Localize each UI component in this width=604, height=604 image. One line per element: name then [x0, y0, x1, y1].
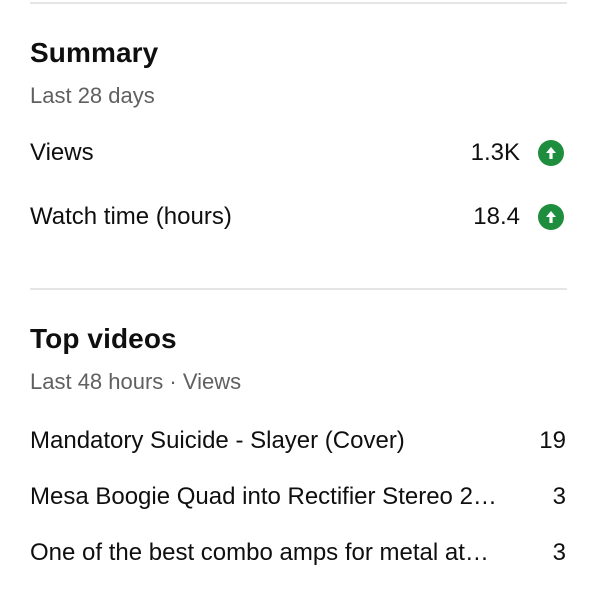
metric-row-views[interactable]: Views 1.3K — [30, 136, 564, 170]
video-title: One of the best combo amps for metal at… — [30, 539, 489, 566]
summary-title: Summary — [30, 37, 159, 68]
video-views: 3 — [552, 539, 566, 566]
metric-label: Watch time (hours) — [30, 203, 232, 230]
metric-label: Views — [30, 139, 94, 166]
arrow-up-icon — [538, 140, 564, 166]
video-views: 3 — [552, 483, 566, 510]
video-views: 19 — [539, 427, 566, 454]
list-item[interactable]: Mandatory Suicide - Slayer (Cover) 19 — [30, 424, 566, 458]
list-item[interactable]: Mesa Boogie Quad into Rectifier Stereo 2… — [30, 480, 566, 514]
video-title: Mesa Boogie Quad into Rectifier Stereo 2… — [30, 483, 497, 510]
top-videos-title: Top videos — [30, 323, 177, 354]
section-divider — [30, 288, 567, 290]
top-divider — [30, 2, 567, 4]
video-title: Mandatory Suicide - Slayer (Cover) — [30, 427, 405, 454]
top-videos-period: Last 48 hours · Views — [30, 369, 242, 394]
metric-value: 1.3K — [470, 139, 520, 166]
list-item[interactable]: One of the best combo amps for metal at…… — [30, 536, 566, 570]
arrow-up-icon — [538, 204, 564, 230]
metric-value: 18.4 — [473, 203, 520, 230]
summary-period: Last 28 days — [30, 83, 155, 108]
metric-row-watch-time[interactable]: Watch time (hours) 18.4 — [30, 200, 564, 234]
